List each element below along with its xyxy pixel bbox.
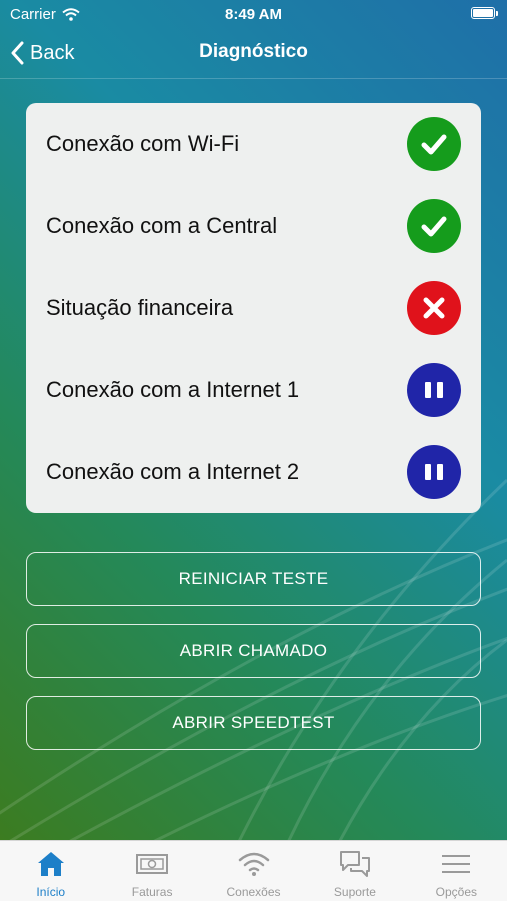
open-ticket-button[interactable]: ABRIR CHAMADO: [26, 624, 481, 678]
status-bar: Carrier 8:49 AM: [0, 0, 507, 28]
menu-icon: [442, 855, 471, 873]
diagnostic-row-wifi: Conexão com Wi-Fi: [26, 103, 481, 185]
tab-label: Suporte: [333, 885, 376, 899]
tab-label: Conexões: [226, 885, 281, 899]
tab-label: Faturas: [131, 885, 173, 899]
cross-icon: [407, 281, 461, 335]
diagnostic-label: Conexão com a Internet 2: [46, 459, 300, 484]
diagnostic-row-internet-2: Conexão com a Internet 2: [26, 431, 481, 513]
tab-bar: Início Faturas Conexões Suporte Opções: [0, 840, 507, 901]
home-icon: [37, 852, 64, 876]
diagnostics-card: Conexão com Wi-Fi Conexão com a Central …: [26, 103, 481, 513]
diagnostic-row-central: Conexão com a Central: [26, 185, 481, 267]
check-icon: [407, 117, 461, 171]
status-time: 8:49 AM: [225, 6, 282, 23]
tab-inicio[interactable]: Início: [0, 841, 101, 901]
diagnostic-row-financial: Situação financeira: [26, 267, 481, 349]
pause-icon: [407, 445, 461, 499]
chat-icon: [339, 851, 370, 877]
navigation-bar: Back Diagnóstico: [0, 28, 507, 79]
tab-label: Início: [36, 885, 66, 899]
wifi-icon: [238, 852, 269, 876]
tab-suporte[interactable]: Suporte: [304, 841, 405, 901]
diagnostic-label: Situação financeira: [46, 295, 234, 320]
diagnostic-label: Conexão com Wi-Fi: [46, 131, 240, 156]
tab-faturas[interactable]: Faturas: [101, 841, 202, 901]
open-speedtest-button[interactable]: ABRIR SPEEDTEST: [26, 696, 481, 750]
diagnostic-label: Conexão com a Central: [46, 213, 278, 238]
pause-icon: [407, 363, 461, 417]
bill-icon: [136, 854, 169, 874]
diagnostic-label: Conexão com a Internet 1: [46, 377, 300, 402]
restart-test-button[interactable]: REINICIAR TESTE: [26, 552, 481, 606]
diagnostic-row-internet-1: Conexão com a Internet 1: [26, 349, 481, 431]
tab-conexoes[interactable]: Conexões: [203, 841, 304, 901]
tab-opcoes[interactable]: Opções: [406, 841, 507, 901]
battery-tip: [496, 11, 498, 16]
check-icon: [407, 199, 461, 253]
page-title: Diagnóstico: [199, 41, 308, 62]
tab-label: Opções: [435, 885, 477, 899]
battery-icon: [471, 7, 495, 19]
